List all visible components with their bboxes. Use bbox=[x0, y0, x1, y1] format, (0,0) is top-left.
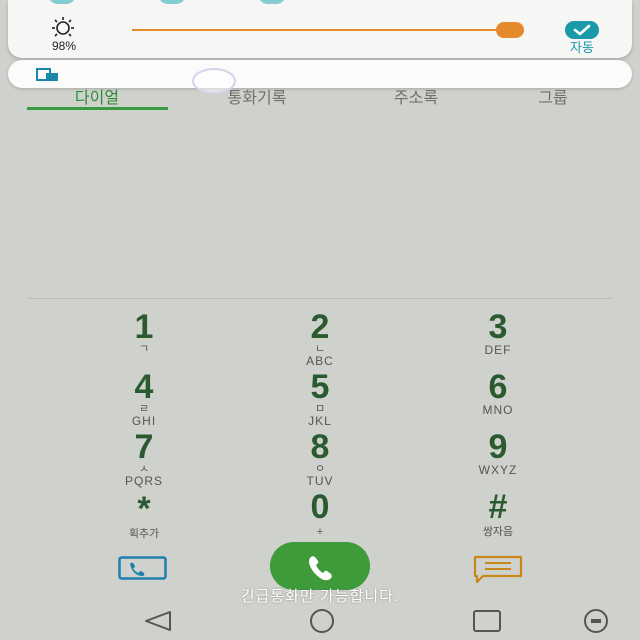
dial-key-star[interactable]: * 획추가 bbox=[84, 492, 204, 540]
tab-contacts[interactable]: 주소록 bbox=[346, 84, 486, 108]
recents-icon[interactable] bbox=[469, 608, 505, 634]
brightness-slider-thumb[interactable] bbox=[496, 22, 525, 38]
quick-tile-stub[interactable] bbox=[258, 0, 286, 4]
video-call-icon[interactable] bbox=[118, 556, 168, 580]
brightness-slider-fill bbox=[132, 29, 511, 31]
dial-key-7[interactable]: 7 ㅅ PQRS bbox=[84, 430, 204, 487]
dial-key-4[interactable]: 4 ㄹ GHI bbox=[84, 370, 204, 427]
brightness-icon bbox=[52, 17, 74, 37]
brightness-panel: 98% 자동 bbox=[8, 0, 632, 58]
dial-key-3[interactable]: 3 DEF bbox=[438, 310, 558, 356]
tab-groups[interactable]: 그룹 bbox=[483, 84, 623, 108]
quick-tile-stub[interactable] bbox=[158, 0, 186, 4]
message-icon[interactable] bbox=[473, 555, 523, 583]
dial-key-5[interactable]: 5 ㅁ JKL bbox=[260, 370, 380, 427]
tab-call-log[interactable]: 통화기록 bbox=[187, 84, 327, 108]
dial-key-9[interactable]: 9 WXYZ bbox=[438, 430, 558, 476]
emergency-calls-only-text: 긴급통화만 가능합니다. bbox=[240, 588, 400, 605]
dial-key-hash[interactable]: # 쌍자음 bbox=[438, 490, 558, 538]
auto-brightness-label[interactable]: 자동 bbox=[560, 37, 604, 56]
call-button[interactable] bbox=[270, 542, 370, 590]
back-icon[interactable] bbox=[140, 608, 176, 634]
quick-tile-stub[interactable] bbox=[48, 0, 76, 4]
dual-window-icon[interactable] bbox=[578, 608, 614, 634]
active-tab-indicator bbox=[27, 107, 168, 110]
brightness-slider-track[interactable] bbox=[132, 29, 518, 31]
home-icon[interactable] bbox=[304, 608, 340, 634]
dial-key-2[interactable]: 2 ㄴ ABC bbox=[260, 310, 380, 367]
dialpad-divider bbox=[28, 298, 612, 299]
dial-key-6[interactable]: 6 MNO bbox=[438, 370, 558, 416]
dial-key-8[interactable]: 8 ㅇ TUV bbox=[260, 430, 380, 487]
screen-share-icon[interactable] bbox=[36, 68, 60, 82]
dial-key-0[interactable]: 0 + bbox=[260, 490, 380, 538]
brightness-percent: 98% bbox=[51, 39, 77, 53]
tab-dialer[interactable]: 다이얼 bbox=[27, 84, 167, 108]
dial-key-1[interactable]: 1ㄱ bbox=[84, 310, 204, 355]
